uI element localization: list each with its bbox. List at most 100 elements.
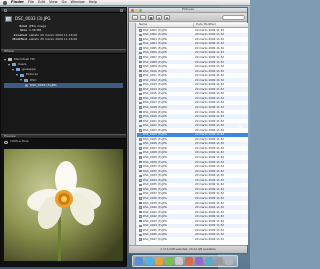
disclosure-triangle-icon[interactable]	[20, 79, 22, 82]
file-name-text: DSC_0001 (3).JPG	[143, 28, 167, 32]
file-name-cell: DSC_0039 (3).JPG	[137, 202, 193, 205]
file-name-cell: DSC_0047 (3).JPG	[137, 238, 193, 241]
file-name-cell: DSC_0020 (3).JPG	[137, 115, 193, 118]
disclosure-triangle-icon[interactable]	[8, 63, 10, 66]
tree-item-label: giuseppe	[22, 67, 36, 72]
image-file-icon	[139, 142, 142, 146]
file-name-cell: DSC_0002 (3).JPG	[137, 33, 193, 37]
finder-titlebar[interactable]: Pictures	[129, 7, 247, 13]
date-modified-cell: 20 marzo 2009 11:32	[195, 210, 224, 214]
close-button-icon[interactable]	[131, 9, 134, 12]
file-name-cell: DSC_0017 (3).JPG	[137, 101, 193, 105]
path-tree: Macintosh HD Users giuseppe Pictures DSC…	[1, 55, 126, 133]
image-file-icon	[139, 119, 142, 123]
date-modified-cell: 20 marzo 2009 11:32	[195, 96, 224, 100]
date-modified-cell: 20 marzo 2009 11:32	[195, 78, 224, 82]
itunes-dock-icon[interactable]	[195, 257, 203, 265]
close-icon[interactable]	[4, 8, 7, 12]
status-text: 1 of 1,028 selected, 24.22 GB available	[160, 246, 216, 251]
date-modified-cell: 20 marzo 2009 11:32	[195, 178, 224, 182]
list-view-button[interactable]: ≡	[156, 14, 162, 20]
menu-bar: Finder File Edit View Go Window Help	[0, 0, 250, 6]
trash-dock-icon[interactable]	[225, 257, 233, 265]
column-header-name[interactable]: Name	[137, 22, 193, 27]
file-name-text: DSC_0003 (3).JPG	[143, 37, 167, 41]
ical-dock-icon[interactable]	[185, 257, 193, 265]
file-name-cell: DSC_0009 (3).JPG	[137, 65, 193, 68]
file-name-cell: DSC_0021 (3).JPG	[137, 120, 193, 123]
search-input[interactable]	[222, 14, 245, 20]
file-name-text: DSC_0028 (3).JPG	[143, 151, 167, 155]
file-name-cell: DSC_0044 (3).JPG	[137, 224, 193, 228]
disclosure-triangle-icon[interactable]	[16, 74, 18, 77]
zoom-button-icon[interactable]	[139, 9, 142, 12]
image-file-icon	[139, 183, 142, 187]
preferences-dock-icon[interactable]	[215, 257, 223, 265]
image-file-icon	[139, 33, 142, 37]
file-thumbnail-icon	[5, 16, 12, 22]
disclosure-triangle-icon[interactable]	[4, 58, 6, 61]
safari-dock-icon[interactable]	[145, 257, 153, 265]
file-name-cell: DSC_0032 (3).JPG	[137, 170, 193, 173]
image-file-icon	[139, 74, 142, 77]
date-modified-cell: 20 marzo 2009 11:32	[195, 51, 224, 55]
forward-button[interactable]: ›	[140, 14, 146, 20]
file-name-text: DSC_0009 (3).JPG	[143, 65, 167, 69]
file-name-cell: DSC_0007 (3).JPG	[137, 56, 193, 59]
file-row[interactable]: DSC_0047 (3).JPG 20 marzo 2009 11:32	[137, 237, 248, 242]
menu-finder[interactable]: Finder	[11, 0, 24, 4]
window-title: Pictures	[182, 7, 194, 12]
file-name-cell: DSC_0015 (3).JPG	[137, 92, 193, 96]
menu-help[interactable]: Help	[89, 0, 97, 4]
zoom-icon[interactable]	[120, 8, 123, 12]
date-modified-cell: 20 marzo 2009 11:32	[195, 228, 224, 232]
iphoto-dock-icon[interactable]	[205, 257, 213, 265]
image-file-icon	[139, 51, 142, 55]
date-modified-cell: 20 marzo 2009 11:32	[195, 28, 224, 32]
ichat-dock-icon[interactable]	[165, 257, 173, 265]
file-name-text: DSC_0017 (3).JPG	[143, 101, 167, 105]
menu-view[interactable]: View	[49, 0, 58, 4]
icon-view-button[interactable]: ▦	[148, 14, 154, 20]
menu-file[interactable]: File	[28, 0, 34, 4]
image-file-icon	[139, 210, 142, 214]
where-section-header[interactable]: Where	[1, 49, 126, 54]
finder-dock-icon[interactable]	[135, 257, 143, 265]
chevron-right-icon[interactable]: ›	[238, 122, 245, 134]
date-modified-cell: 20 marzo 2009 11:32	[195, 56, 224, 59]
file-name-text: DSC_0008 (3).JPG	[143, 60, 167, 64]
date-modified-cell: 20 marzo 2009 11:32	[195, 160, 224, 164]
menu-go[interactable]: Go	[62, 0, 67, 4]
image-file-icon	[139, 56, 142, 59]
date-modified-cell: 20 marzo 2009 11:32	[195, 33, 224, 37]
preview-pane: 100% ▸ fiore	[1, 139, 126, 267]
disclosure-triangle-icon[interactable]	[12, 68, 14, 71]
file-name-cell: DSC_0005 (3).JPG	[137, 47, 193, 50]
image-file-icon	[139, 229, 142, 232]
menu-edit[interactable]: Edit	[38, 0, 45, 4]
file-name-cell: DSC_0042 (3).JPG	[137, 215, 193, 218]
mail-dock-icon[interactable]	[155, 257, 163, 265]
minimize-button-icon[interactable]	[135, 9, 138, 12]
image-file-icon	[139, 124, 142, 127]
file-name-cell: DSC_0008 (3).JPG	[137, 61, 193, 64]
date-modified-cell: 20 marzo 2009 11:32	[195, 110, 224, 114]
back-button[interactable]: ‹	[132, 14, 138, 20]
quicklook-eye-icon[interactable]	[4, 140, 8, 144]
apple-icon[interactable]	[3, 0, 7, 5]
date-modified-cell: 20 marzo 2009 11:32	[195, 151, 224, 155]
file-name-cell: DSC_0012 (3).JPG	[137, 79, 193, 82]
address-book-dock-icon[interactable]	[175, 257, 183, 265]
file-list: DSC_0001 (3).JPG 20 marzo 2009 11:32 DSC_0…	[137, 28, 248, 245]
date-modified-cell: 20 marzo 2009 11:32	[195, 115, 224, 119]
column-header-date-modified[interactable]: Date Modified	[193, 22, 248, 27]
tree-item-file[interactable]: DSC_0033 (3).JPG	[4, 83, 123, 89]
date-modified-cell: 20 marzo 2009 11:32	[195, 224, 224, 228]
file-name-cell: DSC_0011 (3).JPG	[137, 74, 193, 77]
file-name-text: DSC_0012 (3).JPG	[143, 78, 167, 82]
menu-window[interactable]: Window	[71, 0, 85, 4]
action-gear-button[interactable]: ⚙	[164, 14, 170, 20]
daffodil-photo	[4, 149, 123, 261]
image-file-icon	[139, 201, 142, 205]
date-modified-cell: 20 marzo 2009 11:32	[195, 106, 224, 110]
